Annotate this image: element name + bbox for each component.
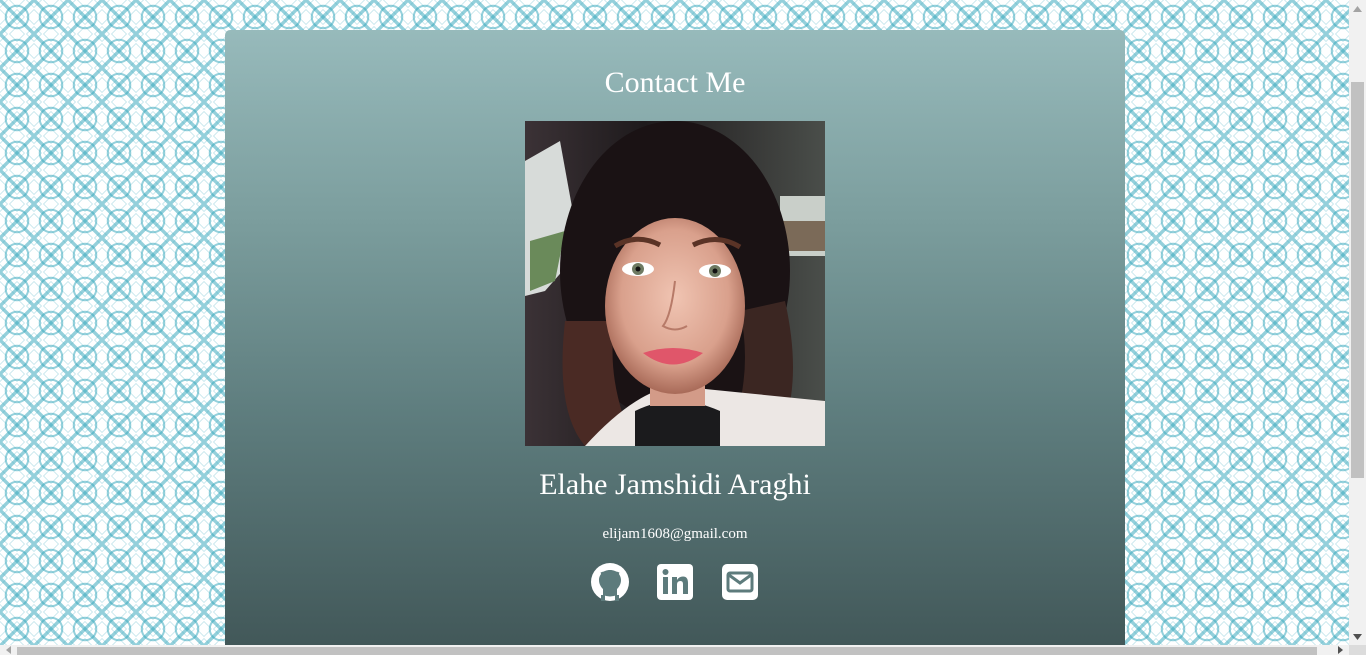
social-links bbox=[225, 562, 1125, 602]
linkedin-icon bbox=[657, 564, 693, 600]
email-link[interactable] bbox=[720, 562, 760, 602]
vertical-scrollbar[interactable] bbox=[1349, 0, 1366, 645]
contact-email[interactable]: elijam1608@gmail.com bbox=[225, 524, 1125, 544]
vertical-scroll-thumb[interactable] bbox=[1351, 82, 1364, 478]
contact-card: Contact Me Elahe Jamshidi Araghi elijam1… bbox=[225, 30, 1125, 645]
github-icon bbox=[591, 563, 629, 601]
horizontal-scrollbar[interactable] bbox=[0, 645, 1349, 655]
envelope-icon bbox=[722, 564, 758, 600]
profile-photo bbox=[525, 121, 825, 446]
horizontal-scroll-thumb[interactable] bbox=[17, 647, 1317, 655]
page-title: Contact Me bbox=[604, 66, 746, 99]
scroll-right-icon[interactable] bbox=[1332, 645, 1349, 655]
scrollbar-corner bbox=[1349, 645, 1366, 655]
scroll-left-icon[interactable] bbox=[0, 645, 17, 655]
page-background: Contact Me Elahe Jamshidi Araghi elijam1… bbox=[0, 0, 1349, 645]
scroll-down-icon[interactable] bbox=[1349, 628, 1366, 645]
linkedin-link[interactable] bbox=[655, 562, 695, 602]
contact-name: Elahe Jamshidi Araghi bbox=[539, 468, 811, 501]
scroll-up-icon[interactable] bbox=[1349, 0, 1366, 17]
github-link[interactable] bbox=[590, 562, 630, 602]
